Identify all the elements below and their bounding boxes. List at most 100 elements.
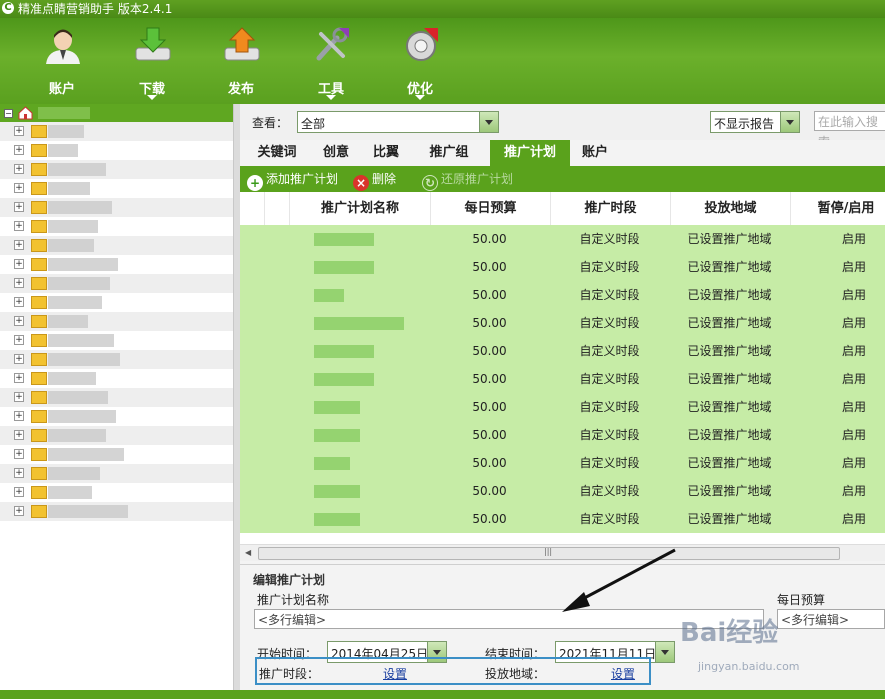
tree-item[interactable]: +	[0, 331, 233, 350]
expand-icon[interactable]: +	[14, 468, 24, 478]
expand-icon[interactable]: +	[14, 145, 24, 155]
tree-item[interactable]: +	[0, 198, 233, 217]
table-row[interactable]: 50.00 自定义时段 已设置推广地域 启用	[240, 421, 885, 450]
tree-item[interactable]: +	[0, 445, 233, 464]
chevron-down-icon[interactable]	[326, 95, 336, 100]
table-row[interactable]: 50.00 自定义时段 已设置推广地域 启用	[240, 505, 885, 534]
tab-campaign[interactable]: 推广计划	[490, 140, 570, 166]
tab-creative[interactable]: 创意	[312, 140, 360, 166]
table-row[interactable]: 50.00 自定义时段 已设置推广地域 启用	[240, 477, 885, 506]
header-budget[interactable]: 每日预算	[430, 192, 550, 225]
period-cell: 自定义时段	[579, 260, 640, 274]
expand-icon[interactable]: +	[14, 278, 24, 288]
period-cell: 自定义时段	[579, 344, 640, 358]
expand-icon[interactable]: +	[14, 164, 24, 174]
toolbar-publish-button[interactable]: 发布	[206, 22, 276, 100]
folder-icon	[31, 296, 47, 309]
expand-icon[interactable]: +	[14, 411, 24, 421]
header-name[interactable]: 推广计划名称	[289, 192, 430, 225]
account-tree[interactable]: − + + + + + + + + + + + + + + + + + + + + +	[0, 104, 234, 690]
tree-item[interactable]: +	[0, 160, 233, 179]
tree-root[interactable]: −	[0, 104, 233, 122]
expand-icon[interactable]: +	[14, 430, 24, 440]
expand-icon[interactable]: +	[14, 449, 24, 459]
expand-icon[interactable]: +	[14, 392, 24, 402]
expand-icon[interactable]: +	[14, 240, 24, 250]
expand-icon[interactable]: +	[14, 506, 24, 516]
search-input[interactable]: 在此输入搜索	[814, 111, 885, 149]
region-settings-link[interactable]: 设置	[611, 665, 635, 682]
expand-icon[interactable]: +	[14, 221, 24, 231]
expand-icon[interactable]: +	[14, 354, 24, 364]
expand-icon[interactable]: +	[14, 183, 24, 193]
expand-icon[interactable]: +	[14, 126, 24, 136]
table-row[interactable]: 50.00 自定义时段 已设置推广地域 启用	[240, 337, 885, 366]
tree-item[interactable]: +	[0, 369, 233, 388]
toolbar-download-button[interactable]: 下载	[117, 22, 187, 100]
table-row[interactable]: 50.00 自定义时段 已设置推广地域 启用	[240, 365, 885, 394]
view-select[interactable]: 全部	[297, 111, 499, 133]
region-cell: 已设置推广地域	[687, 260, 772, 274]
chevron-down-icon[interactable]	[415, 95, 425, 100]
chevron-down-icon[interactable]	[780, 112, 799, 132]
restore-campaign-button[interactable]: ↻ 还原推广计划	[422, 170, 513, 191]
folder-icon	[31, 334, 47, 347]
status-cell: 启用	[841, 372, 866, 386]
add-campaign-button[interactable]: + 添加推广计划	[247, 170, 338, 191]
tree-item[interactable]: +	[0, 388, 233, 407]
tree-item[interactable]: +	[0, 426, 233, 445]
chevron-down-icon[interactable]	[147, 95, 157, 100]
toolbar-optimize-button[interactable]: 优化	[385, 22, 455, 100]
expand-icon[interactable]: +	[14, 373, 24, 383]
tree-item[interactable]: +	[0, 502, 233, 521]
expand-icon[interactable]: +	[14, 487, 24, 497]
expand-icon[interactable]: +	[14, 316, 24, 326]
tree-item[interactable]: +	[0, 350, 233, 369]
expand-icon[interactable]: +	[14, 259, 24, 269]
tree-item[interactable]: +	[0, 179, 233, 198]
tree-item[interactable]: +	[0, 407, 233, 426]
tree-item-label	[48, 125, 84, 138]
table-row[interactable]: 50.00 自定义时段 已设置推广地域 启用	[240, 253, 885, 282]
chevron-down-icon[interactable]	[655, 642, 674, 662]
scroll-left-icon[interactable]: ◀	[245, 548, 251, 557]
period-settings-link[interactable]: 设置	[383, 665, 407, 682]
expand-icon[interactable]: +	[14, 202, 24, 212]
tree-item[interactable]: +	[0, 217, 233, 236]
tree-root-label	[38, 107, 90, 119]
tree-item[interactable]: +	[0, 312, 233, 331]
campaign-grid[interactable]: 推广计划名称 每日预算 推广时段 投放地域 暂停/启用 50.00 自定义时段 已设…	[240, 192, 885, 544]
tree-item[interactable]: +	[0, 122, 233, 141]
status-cell: 启用	[841, 260, 866, 274]
tab-biyi[interactable]: 比翼	[362, 140, 410, 166]
tree-item[interactable]: +	[0, 274, 233, 293]
tree-item-label	[48, 505, 128, 518]
folder-icon	[31, 163, 47, 176]
campaign-name-cell	[314, 485, 360, 498]
tab-account[interactable]: 账户	[572, 140, 618, 166]
header-status[interactable]: 暂停/启用	[790, 192, 885, 225]
table-row[interactable]: 50.00 自定义时段 已设置推广地域 启用	[240, 281, 885, 310]
table-row[interactable]: 50.00 自定义时段 已设置推广地域 启用	[240, 309, 885, 338]
tree-item[interactable]: +	[0, 483, 233, 502]
chevron-down-icon[interactable]	[479, 112, 498, 132]
toolbar-account-button[interactable]: 账户	[27, 22, 97, 100]
table-row[interactable]: 50.00 自定义时段 已设置推广地域 启用	[240, 449, 885, 478]
tab-adgroup[interactable]: 推广组	[418, 140, 480, 166]
collapse-icon[interactable]: −	[4, 109, 13, 118]
expand-icon[interactable]: +	[14, 297, 24, 307]
header-region[interactable]: 投放地域	[670, 192, 790, 225]
tree-item[interactable]: +	[0, 255, 233, 274]
tree-item[interactable]: +	[0, 141, 233, 160]
report-select[interactable]: 不显示报告	[710, 111, 800, 133]
delete-button[interactable]: × 删除	[353, 170, 396, 191]
tree-item[interactable]: +	[0, 293, 233, 312]
table-row[interactable]: 50.00 自定义时段 已设置推广地域 启用	[240, 393, 885, 422]
tree-item[interactable]: +	[0, 236, 233, 255]
expand-icon[interactable]: +	[14, 335, 24, 345]
table-row[interactable]: 50.00 自定义时段 已设置推广地域 启用	[240, 225, 885, 254]
tree-item[interactable]: +	[0, 464, 233, 483]
tab-keywords[interactable]: 关键词	[248, 140, 306, 166]
toolbar-tools-button[interactable]: 工具	[296, 22, 366, 100]
header-period[interactable]: 推广时段	[550, 192, 670, 225]
